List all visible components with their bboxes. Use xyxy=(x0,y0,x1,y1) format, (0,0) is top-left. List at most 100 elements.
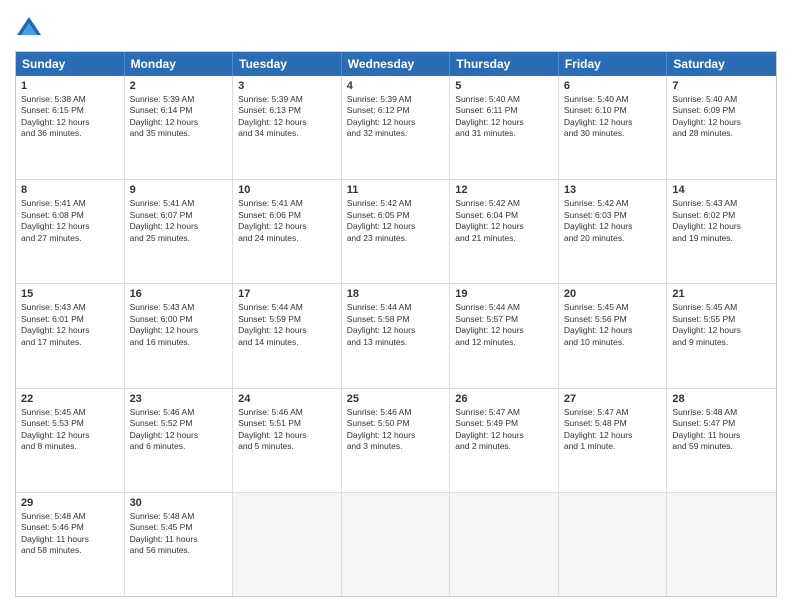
day-info: Sunrise: 5:44 AM Sunset: 5:58 PM Dayligh… xyxy=(347,302,445,348)
day-number: 13 xyxy=(564,184,662,196)
day-number: 8 xyxy=(21,184,119,196)
day-info: Sunrise: 5:41 AM Sunset: 6:08 PM Dayligh… xyxy=(21,198,119,244)
day-cell: 16 Sunrise: 5:43 AM Sunset: 6:00 PM Dayli… xyxy=(125,284,234,387)
calendar-header: SundayMondayTuesdayWednesdayThursdayFrid… xyxy=(16,52,776,76)
day-cell: 23 Sunrise: 5:46 AM Sunset: 5:52 PM Dayli… xyxy=(125,389,234,492)
day-number: 21 xyxy=(672,288,771,300)
day-cell: 7 Sunrise: 5:40 AM Sunset: 6:09 PM Daylig… xyxy=(667,76,776,179)
day-info: Sunrise: 5:39 AM Sunset: 6:14 PM Dayligh… xyxy=(130,94,228,140)
day-info: Sunrise: 5:39 AM Sunset: 6:13 PM Dayligh… xyxy=(238,94,336,140)
day-cell: 8 Sunrise: 5:41 AM Sunset: 6:08 PM Daylig… xyxy=(16,180,125,283)
day-cell: 30 Sunrise: 5:48 AM Sunset: 5:45 PM Dayli… xyxy=(125,493,234,596)
logo-icon xyxy=(15,15,43,43)
day-number: 16 xyxy=(130,288,228,300)
weekday-header: Wednesday xyxy=(342,52,451,76)
day-number: 20 xyxy=(564,288,662,300)
day-info: Sunrise: 5:48 AM Sunset: 5:45 PM Dayligh… xyxy=(130,511,228,557)
day-number: 19 xyxy=(455,288,553,300)
day-cell: 25Sunrise: 5:46 AM Sunset: 5:50 PM Dayli… xyxy=(342,389,451,492)
day-cell: 12 Sunrise: 5:42 AM Sunset: 6:04 PM Dayli… xyxy=(450,180,559,283)
day-cell: 26 Sunrise: 5:47 AM Sunset: 5:49 PM Dayli… xyxy=(450,389,559,492)
day-cell: 18Sunrise: 5:44 AM Sunset: 5:58 PM Dayli… xyxy=(342,284,451,387)
day-info: Sunrise: 5:40 AM Sunset: 6:09 PM Dayligh… xyxy=(672,94,771,140)
day-info: Sunrise: 5:41 AM Sunset: 6:06 PM Dayligh… xyxy=(238,198,336,244)
day-number: 26 xyxy=(455,393,553,405)
day-number: 7 xyxy=(672,80,771,92)
day-cell: 6 Sunrise: 5:40 AM Sunset: 6:10 PM Daylig… xyxy=(559,76,668,179)
empty-cell xyxy=(233,493,342,596)
weekday-header: Friday xyxy=(559,52,668,76)
day-number: 29 xyxy=(21,497,119,509)
calendar-row: 15 Sunrise: 5:43 AM Sunset: 6:01 PM Dayli… xyxy=(16,284,776,388)
day-info: Sunrise: 5:47 AM Sunset: 5:48 PM Dayligh… xyxy=(564,407,662,453)
day-info: Sunrise: 5:38 AM Sunset: 6:15 PM Dayligh… xyxy=(21,94,119,140)
day-info: Sunrise: 5:48 AM Sunset: 5:46 PM Dayligh… xyxy=(21,511,119,557)
day-number: 12 xyxy=(455,184,553,196)
day-number: 22 xyxy=(21,393,119,405)
day-number: 5 xyxy=(455,80,553,92)
day-cell: 15 Sunrise: 5:43 AM Sunset: 6:01 PM Dayli… xyxy=(16,284,125,387)
day-info: Sunrise: 5:43 AM Sunset: 6:01 PM Dayligh… xyxy=(21,302,119,348)
day-number: 4 xyxy=(347,80,445,92)
calendar: SundayMondayTuesdayWednesdayThursdayFrid… xyxy=(15,51,777,597)
day-cell: 19 Sunrise: 5:44 AM Sunset: 5:57 PM Dayli… xyxy=(450,284,559,387)
day-info: Sunrise: 5:44 AM Sunset: 5:57 PM Dayligh… xyxy=(455,302,553,348)
day-info: Sunrise: 5:42 AM Sunset: 6:05 PM Dayligh… xyxy=(347,198,445,244)
day-info: Sunrise: 5:45 AM Sunset: 5:55 PM Dayligh… xyxy=(672,302,771,348)
weekday-header: Saturday xyxy=(667,52,776,76)
day-cell: 22 Sunrise: 5:45 AM Sunset: 5:53 PM Dayli… xyxy=(16,389,125,492)
page: SundayMondayTuesdayWednesdayThursdayFrid… xyxy=(0,0,792,612)
day-info: Sunrise: 5:40 AM Sunset: 6:10 PM Dayligh… xyxy=(564,94,662,140)
day-info: Sunrise: 5:48 AM Sunset: 5:47 PM Dayligh… xyxy=(672,407,771,453)
empty-cell xyxy=(559,493,668,596)
day-info: Sunrise: 5:43 AM Sunset: 6:02 PM Dayligh… xyxy=(672,198,771,244)
day-info: Sunrise: 5:46 AM Sunset: 5:51 PM Dayligh… xyxy=(238,407,336,453)
day-cell: 13Sunrise: 5:42 AM Sunset: 6:03 PM Dayli… xyxy=(559,180,668,283)
day-info: Sunrise: 5:47 AM Sunset: 5:49 PM Dayligh… xyxy=(455,407,553,453)
day-number: 27 xyxy=(564,393,662,405)
logo xyxy=(15,15,47,43)
calendar-row: 1Sunrise: 5:38 AM Sunset: 6:15 PM Daylig… xyxy=(16,76,776,180)
day-number: 30 xyxy=(130,497,228,509)
day-number: 14 xyxy=(672,184,771,196)
empty-cell xyxy=(342,493,451,596)
day-number: 6 xyxy=(564,80,662,92)
day-cell: 1Sunrise: 5:38 AM Sunset: 6:15 PM Daylig… xyxy=(16,76,125,179)
weekday-header: Sunday xyxy=(16,52,125,76)
weekday-header: Tuesday xyxy=(233,52,342,76)
day-cell: 29 Sunrise: 5:48 AM Sunset: 5:46 PM Dayli… xyxy=(16,493,125,596)
day-cell: 11 Sunrise: 5:42 AM Sunset: 6:05 PM Dayli… xyxy=(342,180,451,283)
empty-cell xyxy=(450,493,559,596)
day-info: Sunrise: 5:43 AM Sunset: 6:00 PM Dayligh… xyxy=(130,302,228,348)
day-cell: 2 Sunrise: 5:39 AM Sunset: 6:14 PM Daylig… xyxy=(125,76,234,179)
day-number: 15 xyxy=(21,288,119,300)
day-cell: 3Sunrise: 5:39 AM Sunset: 6:13 PM Daylig… xyxy=(233,76,342,179)
day-number: 9 xyxy=(130,184,228,196)
day-info: Sunrise: 5:44 AM Sunset: 5:59 PM Dayligh… xyxy=(238,302,336,348)
day-number: 25 xyxy=(347,393,445,405)
day-cell: 10 Sunrise: 5:41 AM Sunset: 6:06 PM Dayli… xyxy=(233,180,342,283)
calendar-row: 29 Sunrise: 5:48 AM Sunset: 5:46 PM Dayli… xyxy=(16,493,776,596)
day-info: Sunrise: 5:45 AM Sunset: 5:53 PM Dayligh… xyxy=(21,407,119,453)
day-number: 10 xyxy=(238,184,336,196)
weekday-header: Thursday xyxy=(450,52,559,76)
day-number: 28 xyxy=(672,393,771,405)
day-number: 2 xyxy=(130,80,228,92)
day-cell: 20 Sunrise: 5:45 AM Sunset: 5:56 PM Dayli… xyxy=(559,284,668,387)
day-cell: 17Sunrise: 5:44 AM Sunset: 5:59 PM Dayli… xyxy=(233,284,342,387)
day-info: Sunrise: 5:42 AM Sunset: 6:04 PM Dayligh… xyxy=(455,198,553,244)
day-number: 11 xyxy=(347,184,445,196)
day-info: Sunrise: 5:46 AM Sunset: 5:52 PM Dayligh… xyxy=(130,407,228,453)
calendar-body: 1Sunrise: 5:38 AM Sunset: 6:15 PM Daylig… xyxy=(16,76,776,596)
weekday-header: Monday xyxy=(125,52,234,76)
day-info: Sunrise: 5:39 AM Sunset: 6:12 PM Dayligh… xyxy=(347,94,445,140)
day-cell: 5Sunrise: 5:40 AM Sunset: 6:11 PM Daylig… xyxy=(450,76,559,179)
header xyxy=(15,15,777,43)
day-info: Sunrise: 5:45 AM Sunset: 5:56 PM Dayligh… xyxy=(564,302,662,348)
calendar-row: 8 Sunrise: 5:41 AM Sunset: 6:08 PM Daylig… xyxy=(16,180,776,284)
day-cell: 14 Sunrise: 5:43 AM Sunset: 6:02 PM Dayli… xyxy=(667,180,776,283)
day-cell: 24Sunrise: 5:46 AM Sunset: 5:51 PM Dayli… xyxy=(233,389,342,492)
day-number: 23 xyxy=(130,393,228,405)
day-cell: 9Sunrise: 5:41 AM Sunset: 6:07 PM Daylig… xyxy=(125,180,234,283)
day-cell: 28 Sunrise: 5:48 AM Sunset: 5:47 PM Dayli… xyxy=(667,389,776,492)
